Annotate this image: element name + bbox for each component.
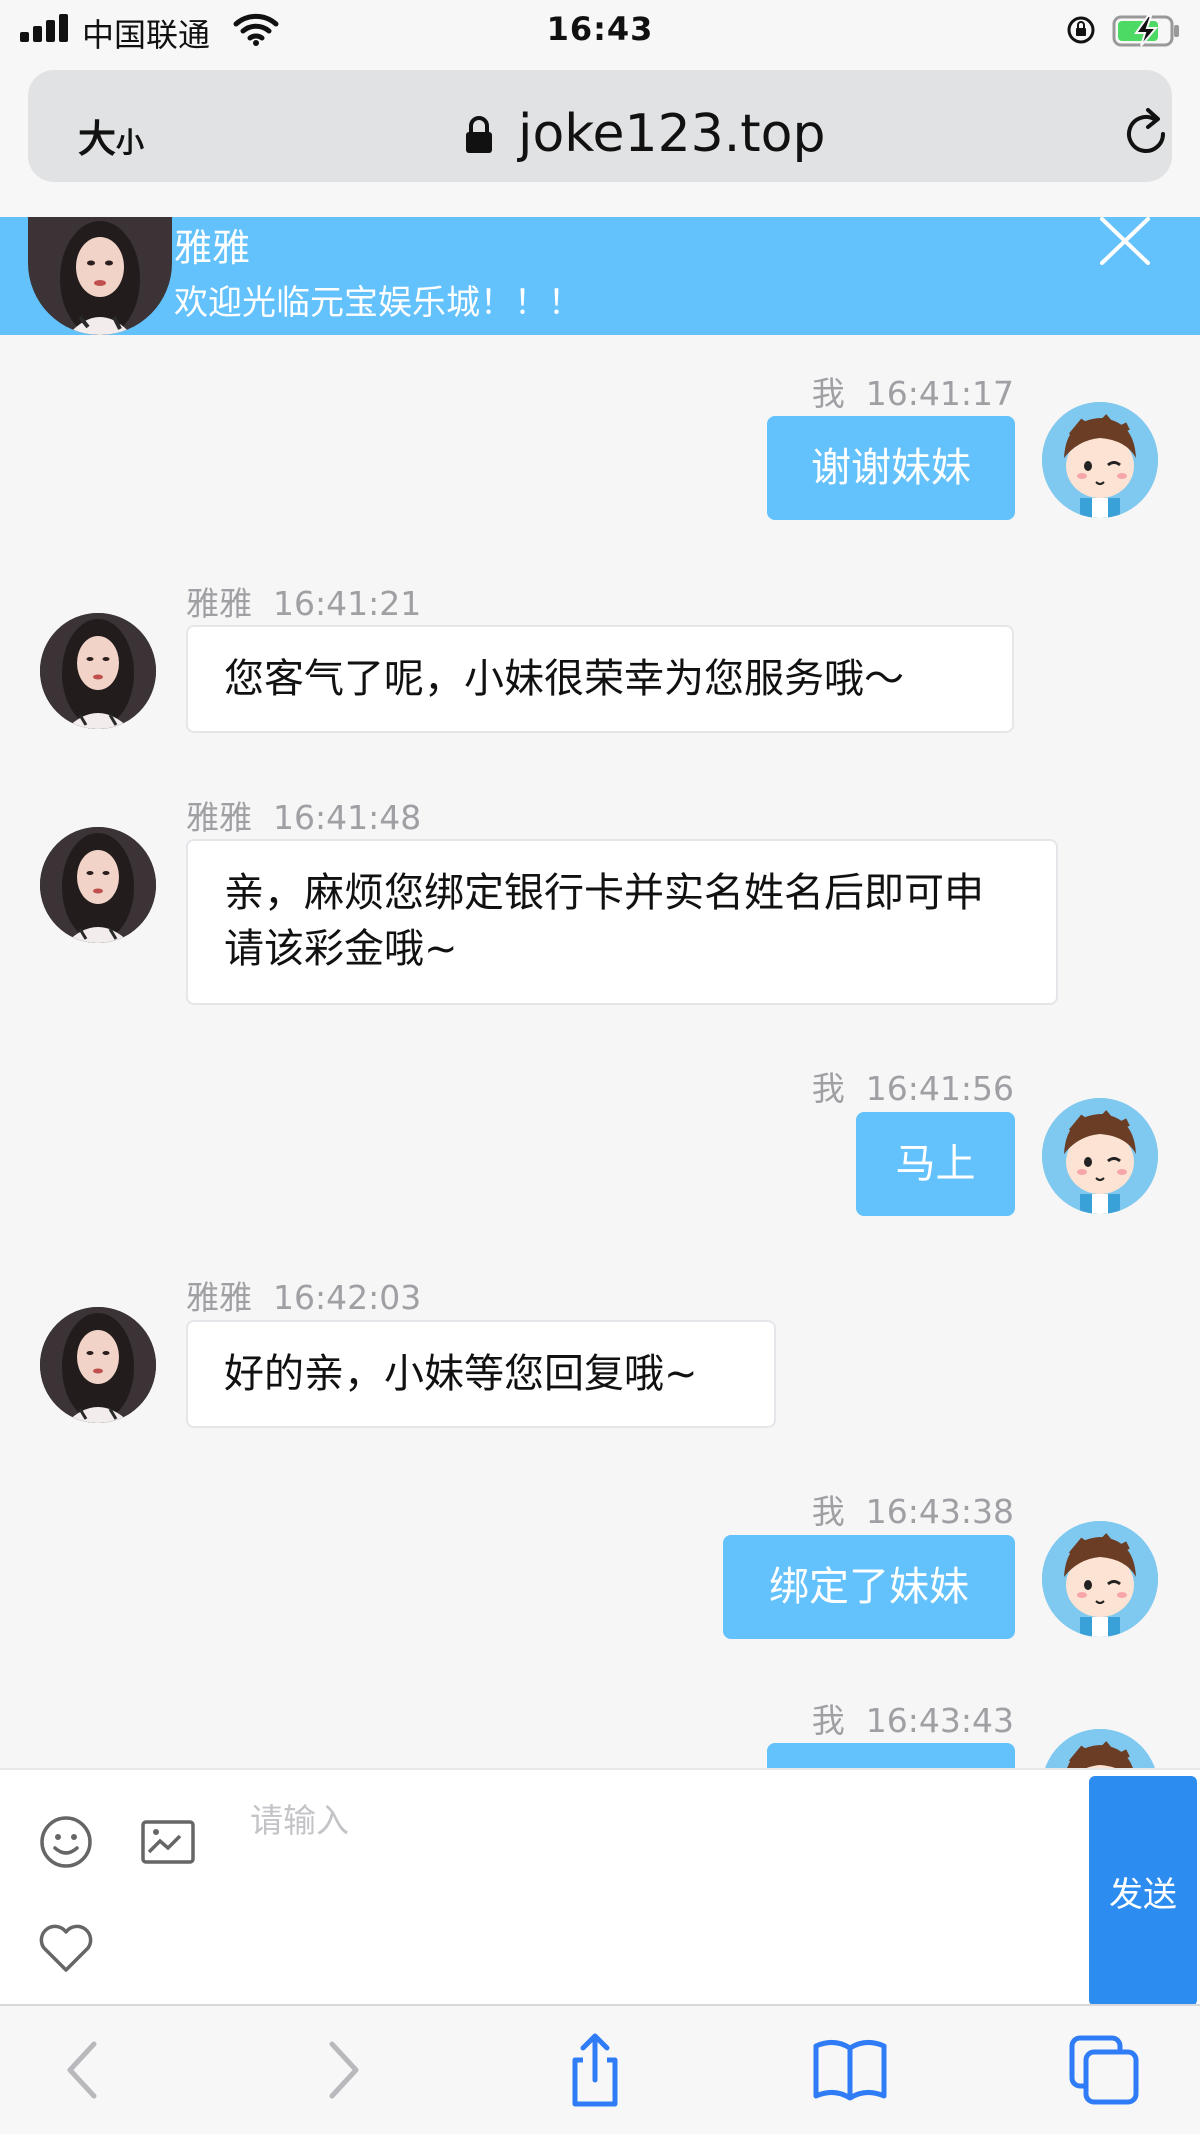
user-avatar (1042, 1521, 1158, 1637)
message-composer: 发送 (0, 1768, 1200, 2006)
agent-avatar (40, 1307, 156, 1423)
message-bubble-incoming[interactable]: 亲，麻烦您绑定银行卡并实名姓名后即可申请该彩金哦~ (186, 839, 1058, 1005)
heart-icon[interactable] (38, 1924, 94, 1974)
url-text: joke123.top (518, 104, 826, 164)
agent-avatar (28, 217, 172, 335)
user-avatar (1042, 402, 1158, 518)
user-avatar (1042, 1729, 1158, 1768)
message-meta: 我 16:41:17 (811, 374, 1014, 413)
message-meta: 雅雅 16:41:48 (186, 798, 422, 837)
user-avatar (1042, 1098, 1158, 1214)
message-bubble-outgoing[interactable]: 谢谢妹妹 (767, 416, 1015, 520)
browser-address-bar: 大小 joke123.top (0, 62, 1200, 217)
send-button[interactable]: 发送 (1089, 1776, 1197, 2006)
url-field[interactable]: 大小 joke123.top (28, 70, 1172, 182)
share-icon[interactable] (555, 2030, 635, 2110)
chevron-left-icon[interactable] (44, 2030, 124, 2110)
lock-icon (466, 116, 492, 153)
message-bubble-incoming[interactable]: 您客气了呢，小妹很荣幸为您服务哦～ (186, 625, 1014, 733)
message-meta: 雅雅 16:42:03 (186, 1278, 422, 1317)
book-icon[interactable] (810, 2030, 890, 2110)
tabs-icon[interactable] (1064, 2030, 1144, 2110)
chat-message-list[interactable]: 我 16:41:17 谢谢妹妹 雅雅 16:41:21 您客气了呢，小妹很荣幸为… (0, 335, 1200, 1768)
message-meta: 我 16:41:56 (811, 1069, 1014, 1108)
agent-greeting: 欢迎光临元宝娱乐城！！！ (174, 283, 582, 323)
text-size-button[interactable]: 大小 (78, 108, 144, 163)
message-meta: 雅雅 16:41:21 (186, 584, 422, 623)
rotation-lock-icon (1067, 16, 1095, 44)
text-size-small-label: 小 (116, 126, 145, 159)
agent-avatar (40, 827, 156, 943)
reload-icon[interactable] (1118, 104, 1174, 164)
message-bubble-outgoing[interactable] (767, 1743, 1015, 1768)
text-size-large-label: 大 (78, 117, 117, 161)
message-meta: 我 16:43:43 (811, 1701, 1014, 1740)
close-icon[interactable] (1098, 217, 1152, 267)
agent-name: 雅雅 (174, 226, 251, 270)
message-bubble-outgoing[interactable]: 马上 (856, 1112, 1015, 1216)
image-icon[interactable] (140, 1818, 196, 1866)
agent-header: 雅雅 欢迎光临元宝娱乐城！！！ (0, 217, 1200, 335)
status-time: 16:43 (546, 10, 654, 48)
chevron-right-icon[interactable] (302, 2030, 382, 2110)
message-meta: 我 16:43:38 (811, 1492, 1014, 1531)
message-bubble-incoming[interactable]: 好的亲，小妹等您回复哦~ (186, 1320, 776, 1428)
battery-charging-icon (1112, 15, 1179, 47)
agent-avatar (40, 613, 156, 729)
message-input[interactable] (240, 1784, 1080, 1984)
browser-toolbar (0, 2004, 1200, 2134)
message-bubble-outgoing[interactable]: 绑定了妹妹 (723, 1535, 1015, 1639)
smile-icon[interactable] (38, 1814, 94, 1870)
status-bar: 中国联通 16:43 (0, 0, 1200, 62)
